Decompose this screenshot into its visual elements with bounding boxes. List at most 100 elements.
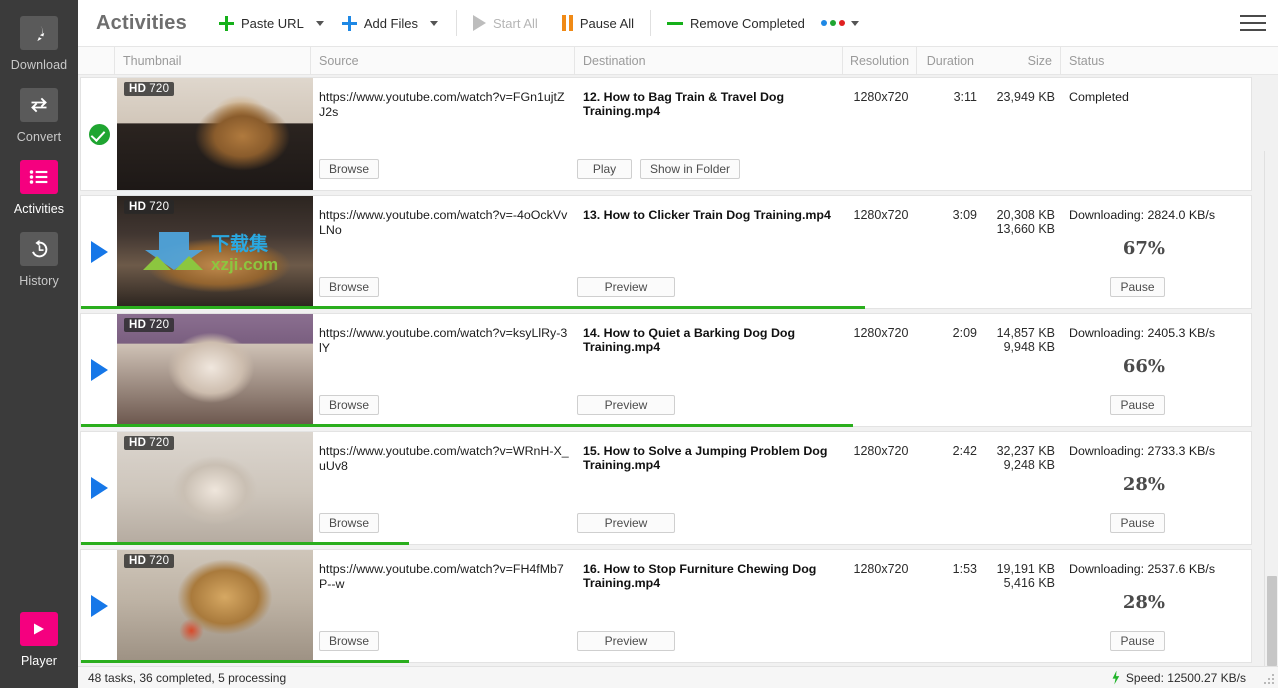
table-row[interactable]: HD 720 下载集 xzji.com https://www.youtube.c — [80, 195, 1252, 309]
play-button[interactable]: Play — [577, 159, 632, 179]
play-triangle-icon[interactable] — [90, 241, 108, 263]
source-actions: Browse — [319, 395, 380, 415]
preview-button[interactable]: Preview — [577, 631, 675, 651]
play-triangle-icon[interactable] — [90, 595, 108, 617]
preview-button[interactable]: Preview — [577, 395, 675, 415]
status-bar: 48 tasks, 36 completed, 5 processing Spe… — [78, 666, 1278, 688]
pause-all-button[interactable]: Pause All — [558, 8, 638, 38]
preview-button[interactable]: Preview — [577, 277, 675, 297]
paste-url-button[interactable]: Paste URL — [215, 8, 308, 38]
show-in-folder-button[interactable]: Show in Folder — [640, 159, 741, 179]
progress-percent: 67% — [1122, 238, 1165, 259]
resize-grip[interactable] — [1262, 672, 1276, 686]
destination-name: 16. How to Stop Furniture Chewing Dog Tr… — [583, 562, 817, 590]
page-title: Activities — [96, 11, 187, 34]
task-summary: 48 tasks, 36 completed, 5 processing — [88, 670, 287, 685]
add-files-dropdown[interactable] — [424, 8, 444, 38]
column-header-spacer — [78, 47, 114, 75]
row-state[interactable] — [81, 550, 117, 662]
play-icon — [473, 15, 487, 31]
column-header-destination[interactable]: Destination — [574, 46, 842, 75]
column-header-status[interactable]: Status — [1060, 46, 1278, 75]
speed-text: Speed: 12500.27 KB/s — [1125, 670, 1246, 685]
column-header-thumbnail[interactable]: Thumbnail — [114, 46, 310, 75]
hd-badge: HD 720 — [124, 318, 175, 332]
row-status: Downloading: 2824.0 KB/s 67% Pause — [1063, 196, 1251, 308]
row-source: https://www.youtube.com/watch?v=FH4fMb7P… — [313, 550, 577, 662]
sidebar-item-label: Convert — [16, 130, 62, 144]
table-row[interactable]: HD 720 https://www.youtube.com/watch?v=WR… — [80, 431, 1252, 545]
browse-button[interactable]: Browse — [319, 513, 380, 533]
more-options-button[interactable] — [820, 20, 859, 26]
menu-bar-icon — [1240, 22, 1266, 24]
paste-url-dropdown[interactable] — [310, 8, 330, 38]
pause-button[interactable]: Pause — [1110, 395, 1165, 415]
column-header-source[interactable]: Source — [310, 46, 574, 75]
remove-completed-label: Remove Completed — [690, 15, 805, 31]
browse-button[interactable]: Browse — [319, 277, 380, 297]
column-header-size[interactable]: Size — [982, 47, 1060, 75]
hd-badge-res: 720 — [149, 437, 170, 449]
sidebar-item-activities[interactable]: Activities — [0, 144, 78, 216]
column-header-resolution[interactable]: Resolution — [842, 46, 916, 75]
table-row[interactable]: HD 720 https://www.youtube.com/watch?v=ks… — [80, 313, 1252, 427]
menu-button[interactable] — [1240, 11, 1266, 35]
check-circle-icon — [88, 123, 110, 145]
sidebar-item-player[interactable]: Player — [0, 596, 78, 688]
status-actions: Pause — [1110, 395, 1165, 415]
progress-bar — [81, 660, 409, 663]
row-resolution: 1280x720 — [853, 326, 909, 340]
pause-button[interactable]: Pause — [1110, 277, 1165, 297]
row-state[interactable] — [81, 432, 117, 544]
play-icon — [20, 612, 58, 646]
svg-text:xzji.com: xzji.com — [211, 255, 278, 274]
column-header-duration[interactable]: Duration — [916, 46, 982, 75]
row-thumbnail[interactable]: HD 720 下载集 xzji.com — [117, 196, 313, 308]
pause-button[interactable]: Pause — [1110, 631, 1165, 651]
watermark: 下载集 xzji.com — [125, 226, 313, 282]
hd-badge-res: 720 — [149, 83, 170, 95]
progress-bar — [81, 542, 409, 545]
add-files-button[interactable]: Add Files — [338, 8, 422, 38]
row-duration: 3:11 — [953, 90, 977, 104]
table-row[interactable]: HD 720 https://www.youtube.com/watch?v=FG… — [80, 77, 1252, 191]
source-url: https://www.youtube.com/watch?v=-4oOckVv… — [319, 208, 568, 237]
sidebar-item-history[interactable]: History — [0, 216, 78, 288]
row-state[interactable] — [81, 314, 117, 426]
browse-button[interactable]: Browse — [319, 395, 380, 415]
source-actions: Browse — [319, 277, 380, 297]
sidebar-item-download[interactable]: Download — [0, 0, 78, 72]
download-icon — [20, 16, 58, 50]
progress-bar — [81, 306, 865, 309]
chevron-down-icon — [315, 20, 324, 26]
row-duration: 2:42 — [952, 444, 977, 458]
size-total: 23,949 KB — [996, 90, 1055, 104]
start-all-label: Start All — [493, 15, 538, 31]
source-url: https://www.youtube.com/watch?v=FGn1ujtZ… — [319, 90, 565, 119]
start-all-button[interactable]: Start All — [469, 8, 542, 38]
sidebar-item-convert[interactable]: Convert — [0, 72, 78, 144]
remove-completed-button[interactable]: Remove Completed — [663, 8, 809, 38]
vertical-scrollbar[interactable] — [1264, 151, 1278, 666]
row-destination: 15. How to Solve a Jumping Problem Dog T… — [577, 432, 845, 544]
play-triangle-icon[interactable] — [90, 359, 108, 381]
play-triangle-icon[interactable] — [90, 477, 108, 499]
row-thumbnail[interactable]: HD 720 — [117, 78, 313, 190]
hd-badge-hd: HD — [129, 201, 147, 213]
row-thumbnail[interactable]: HD 720 — [117, 314, 313, 426]
preview-button[interactable]: Preview — [577, 513, 675, 533]
table-row[interactable]: HD 720 https://www.youtube.com/watch?v=FH… — [80, 549, 1252, 663]
browse-button[interactable]: Browse — [319, 631, 380, 651]
destination-actions: Play Show in Folder — [577, 159, 741, 179]
browse-button[interactable]: Browse — [319, 159, 380, 179]
row-thumbnail[interactable]: HD 720 — [117, 550, 313, 662]
size-total: 19,191 KB — [996, 562, 1055, 576]
hd-badge-hd: HD — [129, 555, 147, 567]
pause-button[interactable]: Pause — [1110, 513, 1165, 533]
row-duration: 3:09 — [952, 208, 977, 222]
row-thumbnail[interactable]: HD 720 — [117, 432, 313, 544]
task-list[interactable]: HD 720 https://www.youtube.com/watch?v=FG… — [78, 75, 1278, 666]
destination-actions: Preview — [577, 631, 675, 651]
scrollbar-thumb[interactable] — [1267, 576, 1277, 666]
row-state[interactable] — [81, 196, 117, 308]
